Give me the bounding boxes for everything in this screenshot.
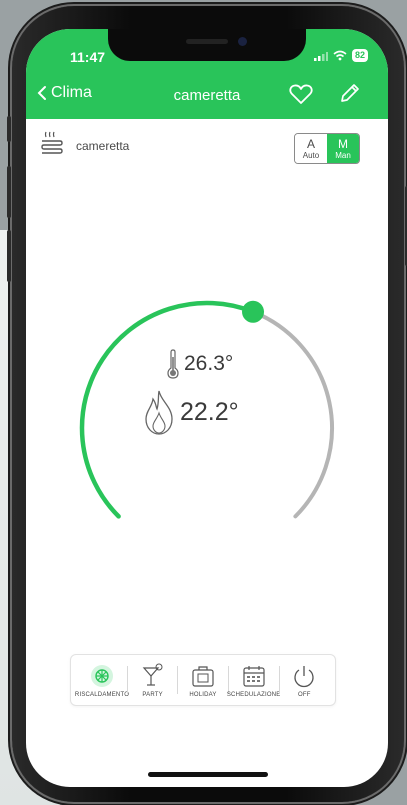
current-temperature: 26.3°: [166, 349, 233, 379]
calendar-icon: [243, 665, 265, 687]
app-screen: 11:47 82 Clima cameretta cameretta A Aut…: [26, 29, 388, 787]
mode-party[interactable]: PARTY: [128, 663, 177, 698]
home-indicator: [148, 772, 268, 777]
dial-knob[interactable]: [242, 300, 265, 323]
current-temperature-value: 26.3°: [184, 352, 234, 375]
pencil-icon: [341, 84, 359, 102]
auto-mode-button[interactable]: A Auto: [295, 134, 327, 163]
mode-off-label: OFF: [297, 691, 311, 698]
favorite-button[interactable]: [289, 83, 313, 110]
edit-button[interactable]: [338, 81, 362, 110]
thermometer-icon: [167, 349, 179, 379]
suitcase-icon: [192, 665, 214, 687]
cocktail-icon: [142, 663, 163, 686]
room-header: cameretta A Auto M Man: [26, 129, 388, 169]
manual-mode-letter: M: [338, 136, 348, 151]
mute-switch: [7, 116, 11, 142]
wifi-icon: [333, 50, 347, 61]
nav-title: cameretta: [173, 87, 241, 104]
auto-mode-label: Auto: [302, 150, 320, 160]
top-bar: 11:47 82 Clima cameretta: [26, 29, 388, 119]
room-name: cameretta: [76, 139, 130, 153]
mode-holiday[interactable]: HOLIDAY: [178, 663, 227, 698]
manual-mode-label: Man: [335, 150, 351, 160]
manual-mode-button[interactable]: M Man: [327, 134, 359, 163]
signal-icon: [313, 51, 328, 61]
mode-schedulazione[interactable]: SCHEDULAZIONE: [226, 663, 281, 698]
auto-mode-letter: A: [306, 136, 315, 151]
set-temperature-value: 22.2°: [180, 397, 239, 426]
sun-icon: [91, 664, 113, 687]
heart-icon: [289, 84, 313, 104]
power-icon: [294, 665, 314, 687]
dial-track: [251, 309, 334, 519]
speaker: [186, 39, 228, 44]
front-camera: [238, 37, 247, 46]
mode-holiday-label: HOLIDAY: [189, 691, 217, 698]
battery-icon: 82: [351, 49, 368, 62]
volume-up-button: [7, 166, 11, 218]
radiator-heat-icon: [41, 131, 63, 154]
status-time: 11:47: [70, 49, 106, 65]
mode-off[interactable]: OFF: [280, 663, 329, 698]
status-icons: 82: [313, 49, 368, 62]
auto-manual-toggle: A Auto M Man: [294, 133, 360, 164]
mode-riscaldamento-label: RISCALDAMENTO: [74, 691, 130, 698]
mode-schedulazione-label: SCHEDULAZIONE: [226, 691, 281, 698]
set-temperature: 22.2°: [144, 389, 239, 435]
mode-party-label: PARTY: [142, 691, 163, 698]
mode-selector-bar: RISCALDAMENTO PARTY HOLIDAY SCHEDULAZION…: [70, 654, 336, 706]
notch: [108, 29, 306, 61]
flame-icon: [145, 390, 173, 435]
volume-down-button: [7, 230, 11, 282]
mode-riscaldamento[interactable]: RISCALDAMENTO: [74, 663, 130, 698]
